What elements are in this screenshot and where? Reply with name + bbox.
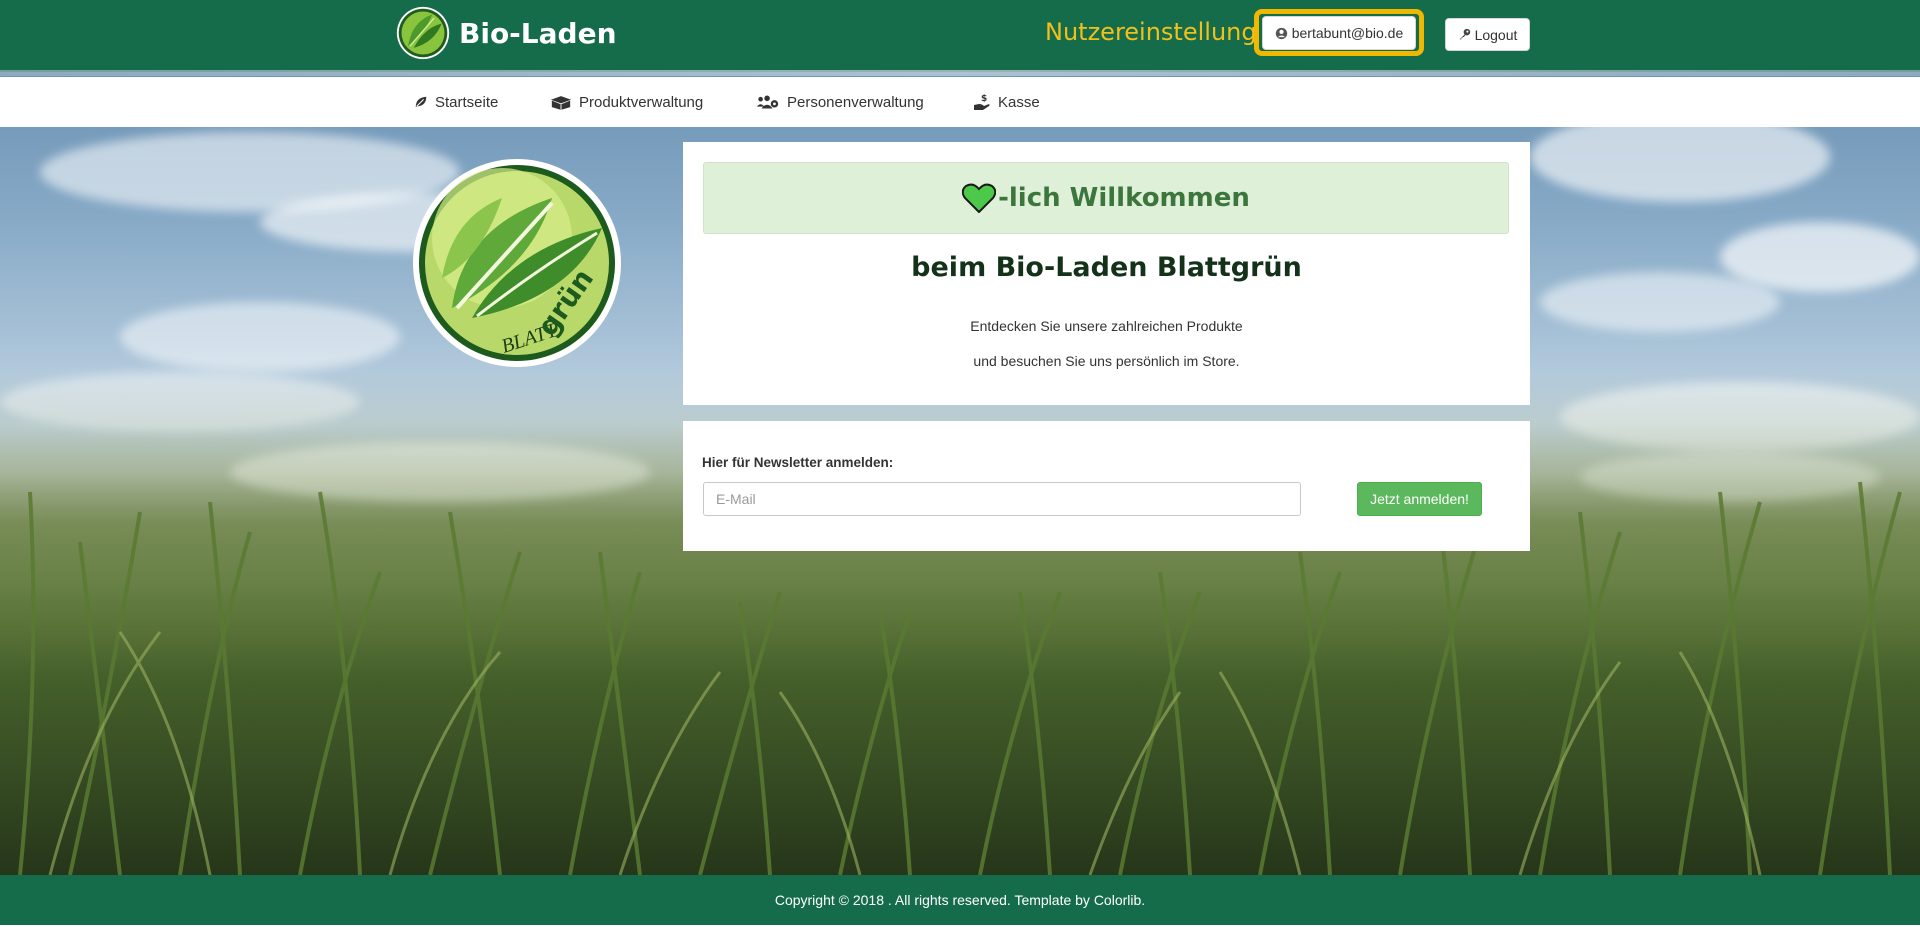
welcome-title: beim Bio-Laden Blattgrün [911, 252, 1302, 283]
newsletter-subscribe-button[interactable]: Jetzt anmelden! [1357, 482, 1482, 516]
heart-icon [962, 183, 997, 213]
nav-item-startseite[interactable]: Startseite [414, 77, 498, 127]
users-cog-icon [756, 95, 779, 109]
nav-label: Startseite [435, 93, 499, 111]
header-divider [0, 70, 1920, 76]
key-icon [1459, 28, 1470, 40]
user-email: bertabunt@bio.de [1291, 25, 1404, 41]
footer-copyright: Copyright © 2018 . All rights reserved. … [774, 892, 1146, 908]
svg-text:$: $ [981, 94, 987, 104]
boxes-icon [550, 95, 572, 110]
top-header-bar [0, 0, 1920, 72]
welcome-text-line-2: und besuchen Sie uns persönlich im Store… [973, 353, 1240, 369]
footer: Copyright © 2018 . All rights reserved. … [0, 875, 1920, 925]
user-circle-icon [1275, 27, 1287, 39]
welcome-card: -lich Willkommen beim Bio-Laden Blattgrü… [683, 142, 1530, 405]
nav-item-personenverwaltung[interactable]: Personenverwaltung [756, 77, 924, 127]
main-navigation: Startseite Produktverwaltung Personenver… [0, 77, 1920, 127]
blattgruen-logo: BLATT grün [413, 159, 621, 367]
welcome-banner-text: -lich Willkommen [998, 183, 1250, 213]
newsletter-email-input[interactable] [703, 482, 1301, 516]
user-settings-label: Nutzereinstellung [1045, 18, 1257, 46]
welcome-banner: -lich Willkommen [703, 162, 1509, 234]
user-account-button[interactable]: bertabunt@bio.de [1262, 16, 1416, 50]
welcome-text-line-1: Entdecken Sie unsere zahlreichen Produkt… [970, 318, 1243, 334]
nav-label: Personenverwaltung [787, 93, 924, 111]
nav-item-produktverwaltung[interactable]: Produktverwaltung [550, 77, 703, 127]
leaf-icon [415, 96, 427, 108]
hand-dollar-icon: $ [974, 94, 990, 110]
brand-name: Bio-Laden [459, 16, 617, 50]
logout-label: Logout [1474, 26, 1518, 43]
brand[interactable]: Bio-Laden [395, 3, 617, 63]
nav-label: Kasse [998, 93, 1040, 111]
logout-button[interactable]: Logout [1445, 18, 1530, 51]
nav-label: Produktverwaltung [579, 93, 704, 111]
brand-logo-icon [396, 6, 450, 60]
nav-item-kasse[interactable]: $ Kasse [973, 77, 1040, 127]
newsletter-label: Hier für Newsletter anmelden: [702, 455, 894, 470]
newsletter-card: Hier für Newsletter anmelden: Jetzt anme… [683, 421, 1530, 551]
